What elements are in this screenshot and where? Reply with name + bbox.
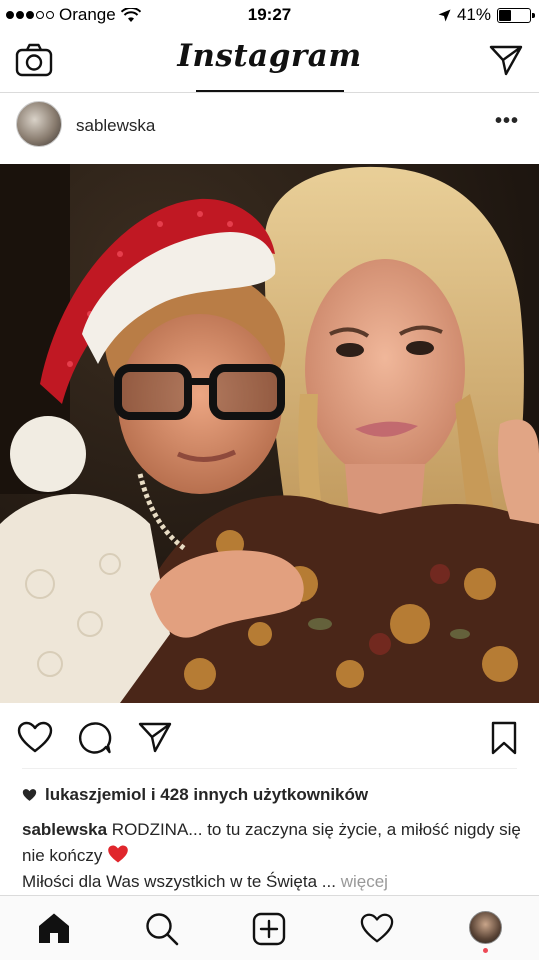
post-photo[interactable] [0,164,539,703]
app-header: Instagram [0,30,539,93]
red-heart-emoji-icon [108,845,128,863]
status-bar: Orange 19:27 41% [0,0,539,30]
divider [22,768,517,769]
heart-icon[interactable] [17,721,53,753]
small-heart-icon [22,789,37,801]
home-icon[interactable] [37,912,71,944]
post-username[interactable]: sablewska [76,116,155,136]
caption-username[interactable]: sablewska [22,820,107,839]
battery-status: 41% [438,5,535,25]
avatar[interactable] [16,101,62,147]
battery-icon [497,7,535,23]
paper-plane-icon[interactable] [489,44,523,76]
caption-more-link[interactable]: więcej [341,872,388,891]
activity-heart-icon[interactable] [360,912,394,944]
share-icon[interactable] [138,721,172,753]
profile-avatar[interactable] [469,911,502,944]
photo-image [0,164,539,703]
post-header: sablewska ••• [0,94,539,163]
more-options-icon[interactable]: ••• [495,110,519,133]
add-post-icon[interactable] [252,912,286,946]
notification-dot [483,948,488,953]
post-caption: sablewska RODZINA... to tu zaczyna się ż… [22,817,521,895]
battery-percent: 41% [456,5,491,24]
search-icon[interactable] [145,912,179,946]
likes-count-text[interactable]: i 428 innych użytkowników [151,785,368,804]
comment-icon[interactable] [78,721,112,755]
caption-line-2: Miłości dla Was wszystkich w te Święta .… [22,872,336,891]
location-arrow-icon [438,9,451,21]
bookmark-icon[interactable] [490,721,518,755]
bottom-tab-bar [0,895,539,960]
post-actions [0,703,539,767]
instagram-logo: Instagram [177,38,362,74]
logo-underline [196,90,344,92]
likes-summary[interactable]: lukaszjemiol i 428 innych użytkowników [22,785,368,805]
liker-username[interactable]: lukaszjemiol [45,785,146,804]
